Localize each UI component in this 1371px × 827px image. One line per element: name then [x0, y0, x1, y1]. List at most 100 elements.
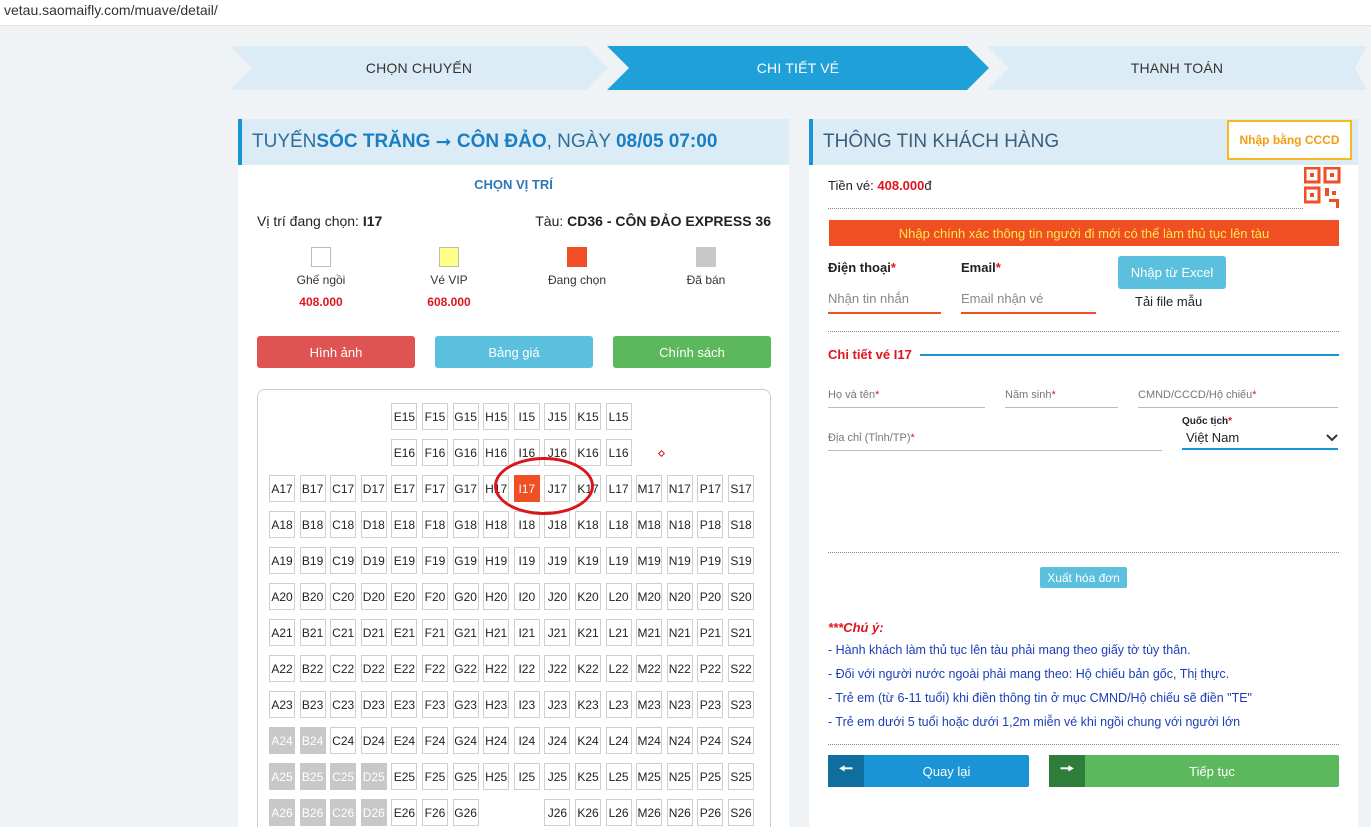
seat-m26[interactable]: M26 — [636, 799, 663, 826]
seat-n20[interactable]: N20 — [666, 583, 693, 610]
seat-s22[interactable]: S22 — [728, 655, 754, 682]
seat-a18[interactable]: A18 — [269, 511, 295, 538]
seat-i19[interactable]: I19 — [513, 547, 540, 574]
seat-l19[interactable]: L19 — [605, 547, 632, 574]
fullname-input[interactable]: Họ và tên* — [828, 389, 985, 408]
seat-e22[interactable]: E22 — [391, 655, 418, 682]
seat-n19[interactable]: N19 — [666, 547, 693, 574]
seat-c17[interactable]: C17 — [330, 475, 357, 502]
seat-j20[interactable]: J20 — [544, 583, 571, 610]
seat-k21[interactable]: K21 — [575, 619, 601, 646]
seat-k26[interactable]: K26 — [575, 799, 601, 826]
seat-n17[interactable]: N17 — [666, 475, 693, 502]
seat-g22[interactable]: G22 — [452, 655, 479, 682]
seat-g26[interactable]: G26 — [452, 799, 479, 826]
seat-i21[interactable]: I21 — [513, 619, 540, 646]
images-button[interactable]: Hình ảnh — [257, 336, 415, 368]
seat-g24[interactable]: G24 — [452, 727, 479, 754]
seat-p17[interactable]: P17 — [697, 475, 724, 502]
seat-i24[interactable]: I24 — [513, 727, 540, 754]
seat-e18[interactable]: E18 — [391, 511, 418, 538]
seat-p24[interactable]: P24 — [697, 727, 724, 754]
seat-c20[interactable]: C20 — [330, 583, 357, 610]
seat-f24[interactable]: F24 — [422, 727, 448, 754]
step-payment[interactable]: THANH TOÁN — [987, 46, 1367, 90]
seat-c19[interactable]: C19 — [330, 547, 357, 574]
seat-c21[interactable]: C21 — [330, 619, 357, 646]
seat-s24[interactable]: S24 — [728, 727, 754, 754]
seat-e23[interactable]: E23 — [391, 691, 418, 718]
seat-l18[interactable]: L18 — [605, 511, 632, 538]
seat-d23[interactable]: D23 — [360, 691, 387, 718]
seat-f25[interactable]: F25 — [422, 763, 448, 790]
seat-n21[interactable]: N21 — [666, 619, 693, 646]
seat-e19[interactable]: E19 — [391, 547, 418, 574]
email-input[interactable]: Email nhận vé — [961, 291, 1096, 314]
seat-i15[interactable]: I15 — [513, 403, 540, 430]
id-number-input[interactable]: CMND/CCCD/Hộ chiếu* — [1138, 389, 1338, 408]
seat-j23[interactable]: J23 — [544, 691, 571, 718]
seat-i23[interactable]: I23 — [513, 691, 540, 718]
seat-f19[interactable]: F19 — [422, 547, 448, 574]
import-excel-button[interactable]: Nhập từ Excel — [1118, 256, 1226, 289]
seat-a19[interactable]: A19 — [269, 547, 295, 574]
back-button[interactable]: 🠔 Quay lại — [828, 755, 1029, 787]
seat-g15[interactable]: G15 — [452, 403, 479, 430]
seat-f15[interactable]: F15 — [422, 403, 448, 430]
seat-g23[interactable]: G23 — [452, 691, 479, 718]
seat-k20[interactable]: K20 — [575, 583, 601, 610]
seat-k23[interactable]: K23 — [575, 691, 601, 718]
seat-l16[interactable]: L16 — [605, 439, 632, 466]
seat-g18[interactable]: G18 — [452, 511, 479, 538]
seat-b17[interactable]: B17 — [299, 475, 326, 502]
seat-p18[interactable]: P18 — [697, 511, 724, 538]
seat-m17[interactable]: M17 — [636, 475, 663, 502]
seat-p26[interactable]: P26 — [697, 799, 724, 826]
seat-p23[interactable]: P23 — [697, 691, 724, 718]
seat-g17[interactable]: G17 — [452, 475, 479, 502]
seat-g16[interactable]: G16 — [452, 439, 479, 466]
seat-j18[interactable]: J18 — [544, 511, 571, 538]
seat-s20[interactable]: S20 — [728, 583, 754, 610]
seat-e21[interactable]: E21 — [391, 619, 418, 646]
seat-f21[interactable]: F21 — [422, 619, 448, 646]
seat-c22[interactable]: C22 — [330, 655, 357, 682]
seat-a22[interactable]: A22 — [269, 655, 295, 682]
seat-e26[interactable]: E26 — [391, 799, 418, 826]
seat-j19[interactable]: J19 — [544, 547, 571, 574]
seat-p25[interactable]: P25 — [697, 763, 724, 790]
seat-b21[interactable]: B21 — [299, 619, 326, 646]
seat-h23[interactable]: H23 — [483, 691, 510, 718]
seat-b19[interactable]: B19 — [299, 547, 326, 574]
seat-i25[interactable]: I25 — [513, 763, 540, 790]
seat-i22[interactable]: I22 — [513, 655, 540, 682]
seat-k25[interactable]: K25 — [575, 763, 601, 790]
seat-h22[interactable]: H22 — [483, 655, 510, 682]
seat-f20[interactable]: F20 — [422, 583, 448, 610]
seat-m23[interactable]: M23 — [636, 691, 663, 718]
policy-button[interactable]: Chính sách — [613, 336, 771, 368]
seat-l17[interactable]: L17 — [605, 475, 632, 502]
seat-h15[interactable]: H15 — [483, 403, 510, 430]
phone-input[interactable]: Nhận tin nhắn — [828, 291, 941, 314]
seat-h20[interactable]: H20 — [483, 583, 510, 610]
seat-k16[interactable]: K16 — [575, 439, 601, 466]
seat-l20[interactable]: L20 — [605, 583, 632, 610]
seat-d24[interactable]: D24 — [360, 727, 387, 754]
seat-k18[interactable]: K18 — [575, 511, 601, 538]
seat-m20[interactable]: M20 — [636, 583, 663, 610]
address-input[interactable]: Địa chỉ (Tỉnh/TP)* — [828, 432, 1162, 451]
seat-l21[interactable]: L21 — [605, 619, 632, 646]
seat-f23[interactable]: F23 — [422, 691, 448, 718]
step-ticket-detail[interactable]: CHI TIẾT VÉ — [607, 46, 989, 90]
seat-f26[interactable]: F26 — [422, 799, 448, 826]
seat-f18[interactable]: F18 — [422, 511, 448, 538]
seat-n22[interactable]: N22 — [666, 655, 693, 682]
seat-c23[interactable]: C23 — [330, 691, 357, 718]
seat-m22[interactable]: M22 — [636, 655, 663, 682]
seat-c18[interactable]: C18 — [330, 511, 357, 538]
seat-m24[interactable]: M24 — [636, 727, 663, 754]
seat-f17[interactable]: F17 — [422, 475, 448, 502]
seat-p22[interactable]: P22 — [697, 655, 724, 682]
seat-n25[interactable]: N25 — [666, 763, 693, 790]
